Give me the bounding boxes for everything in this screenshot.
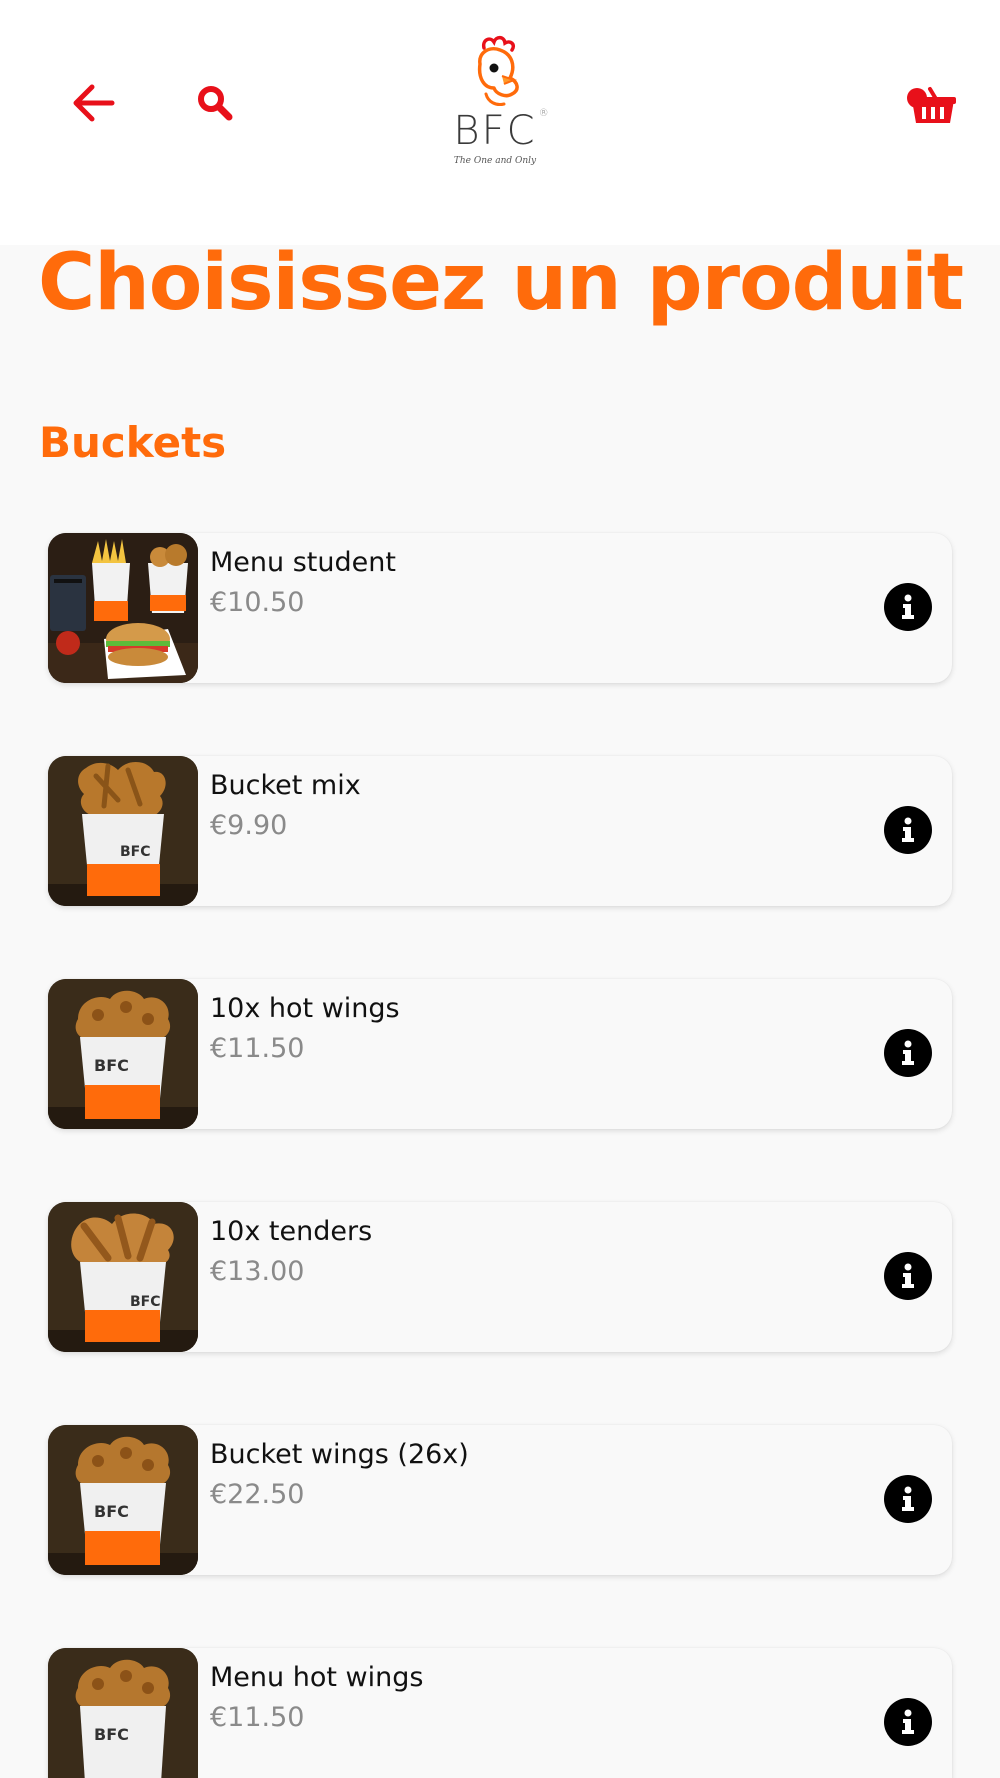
app-header: BFC ® The One and Only xyxy=(0,0,1000,245)
svg-text:BFC: BFC xyxy=(94,1502,129,1521)
page-title: Choisissez un produit xyxy=(38,238,964,328)
product-list-page: BFC ® The One and Only Choisissez un prod… xyxy=(0,0,1000,1778)
info-button[interactable] xyxy=(884,1475,932,1523)
bfc-logo: BFC ® The One and Only xyxy=(440,34,550,174)
info-button[interactable] xyxy=(884,806,932,854)
product-price: €11.50 xyxy=(210,1702,305,1733)
info-button[interactable] xyxy=(884,1698,932,1746)
wings-bucket-image: BFC xyxy=(48,1425,198,1575)
product-card[interactable]: BFC 10x hot wings €11.50 xyxy=(48,979,952,1129)
basket-icon xyxy=(910,87,956,123)
product-price: €22.50 xyxy=(210,1479,305,1510)
product-card[interactable]: BFC Bucket wings (26x) €22.50 xyxy=(48,1425,952,1575)
product-name: Bucket mix xyxy=(210,770,361,801)
info-icon xyxy=(902,1709,914,1734)
search-icon xyxy=(198,86,233,121)
info-icon xyxy=(902,1263,914,1288)
product-name: Menu hot wings xyxy=(210,1662,424,1693)
hot-wings-bucket-image: BFC xyxy=(48,1648,198,1778)
product-card[interactable]: Menu student €10.50 xyxy=(48,533,952,683)
arrow-left-icon xyxy=(73,84,115,122)
product-name: 10x tenders xyxy=(210,1216,373,1247)
info-button[interactable] xyxy=(884,1029,932,1077)
menu-student-image xyxy=(48,533,198,683)
svg-text:BFC: BFC xyxy=(120,844,151,860)
search-button[interactable] xyxy=(188,76,242,130)
product-price: €11.50 xyxy=(210,1033,305,1064)
product-card[interactable]: BFC Bucket mix €9.90 xyxy=(48,756,952,906)
product-price: €13.00 xyxy=(210,1256,305,1287)
cart-button[interactable] xyxy=(902,78,964,132)
product-price: €9.90 xyxy=(210,810,288,841)
info-icon xyxy=(902,1040,914,1065)
product-price: €10.50 xyxy=(210,587,305,618)
svg-text:BFC: BFC xyxy=(94,1056,129,1075)
product-name: 10x hot wings xyxy=(210,993,400,1024)
hot-wings-bucket-image: BFC xyxy=(48,979,198,1129)
info-icon xyxy=(902,817,914,842)
svg-text:BFC: BFC xyxy=(94,1725,129,1744)
info-icon xyxy=(902,1486,914,1511)
logo-text: BFC ® xyxy=(453,108,551,154)
product-name: Bucket wings (26x) xyxy=(210,1439,469,1470)
info-button[interactable] xyxy=(884,1252,932,1300)
info-button[interactable] xyxy=(884,583,932,631)
back-button[interactable] xyxy=(66,76,120,130)
tenders-bucket-image: BFC xyxy=(48,1202,198,1352)
product-card[interactable]: BFC Menu hot wings €11.50 xyxy=(48,1648,952,1778)
section-title: Buckets xyxy=(39,418,227,467)
logo-tagline: The One and Only xyxy=(453,156,537,166)
svg-text:BFC: BFC xyxy=(130,1294,161,1310)
product-card[interactable]: BFC 10x tenders €13.00 xyxy=(48,1202,952,1352)
chicken-logo-icon xyxy=(477,35,519,106)
info-icon xyxy=(902,594,914,619)
bucket-mix-image: BFC xyxy=(48,756,198,906)
product-name: Menu student xyxy=(210,547,396,578)
